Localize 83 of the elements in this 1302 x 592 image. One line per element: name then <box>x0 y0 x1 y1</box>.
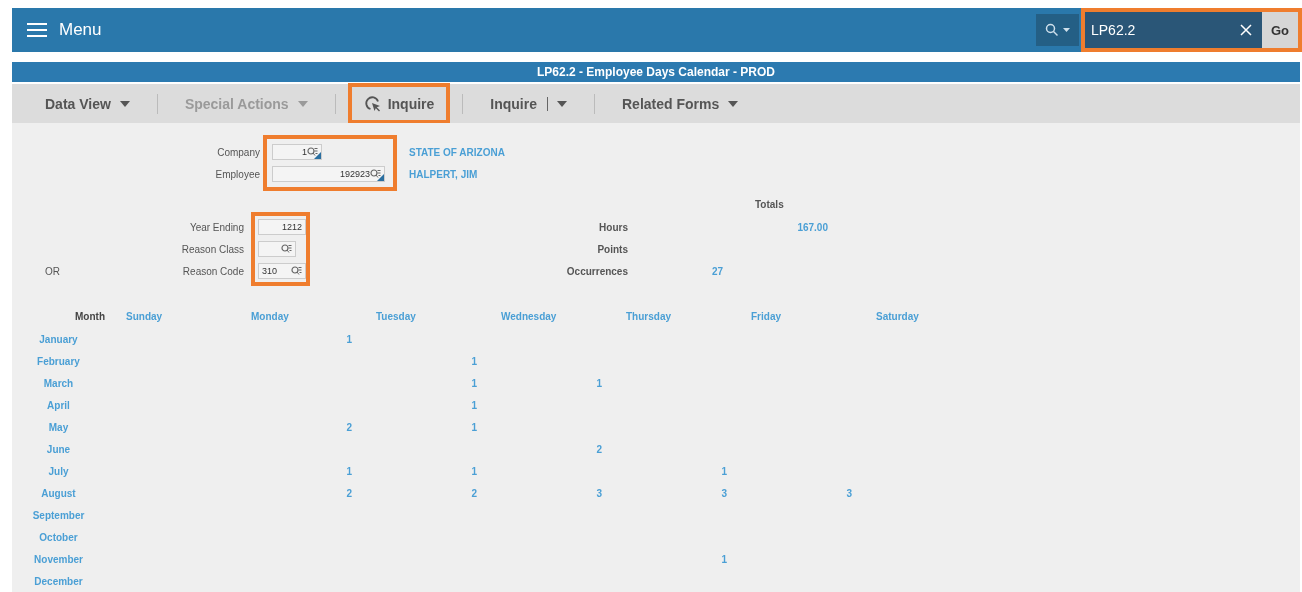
column-header: Friday <box>751 310 781 322</box>
cursor-click-icon <box>363 94 382 113</box>
total-value: 27 <box>711 265 723 277</box>
totals-heading: Totals <box>755 199 784 210</box>
go-button[interactable]: Go <box>1262 12 1298 48</box>
field-label: Company <box>216 146 261 158</box>
column-header: Thursday <box>626 310 671 322</box>
month-label[interactable]: May <box>48 421 69 433</box>
month-label[interactable]: September <box>32 509 85 521</box>
caret-icon <box>728 100 739 107</box>
input-field[interactable]: 192923 <box>272 166 385 182</box>
corner-mark-icon <box>314 152 321 159</box>
day-count[interactable]: 2 <box>346 421 352 433</box>
day-count[interactable]: 3 <box>721 487 727 499</box>
field-value: 1 <box>301 147 307 157</box>
field-description: HALPERT, JIM <box>409 168 478 180</box>
month-label[interactable]: February <box>37 355 80 367</box>
field-value: 192923 <box>338 169 370 179</box>
caret-icon <box>297 100 308 107</box>
lookup-icon[interactable] <box>370 169 381 179</box>
day-count[interactable]: 1 <box>346 333 352 345</box>
search-caret-icon <box>1044 23 1071 37</box>
month-label[interactable]: December <box>34 575 83 587</box>
form-title: LP62.2 - Employee Days Calendar - PROD <box>536 65 776 79</box>
search-type-dropdown[interactable] <box>1036 14 1079 46</box>
day-count[interactable]: 1 <box>346 465 352 477</box>
month-label[interactable]: October <box>39 531 78 543</box>
total-value: 167.00 <box>797 221 828 233</box>
month-label[interactable]: November <box>34 553 83 565</box>
day-count[interactable]: 1 <box>471 399 477 411</box>
field-label: Reason Code <box>181 265 245 277</box>
month-label[interactable]: April <box>47 399 70 411</box>
day-count[interactable]: 1 <box>721 553 727 565</box>
split-menu-button[interactable]: Inquire <box>475 83 582 124</box>
caret-icon <box>119 100 130 107</box>
caret-icon <box>557 100 567 107</box>
total-label: Occurrences <box>565 265 628 277</box>
column-header: Tuesday <box>376 310 416 322</box>
toolbar-menu[interactable]: Data View <box>30 83 145 124</box>
toolbar-menu[interactable]: Related Forms <box>607 83 754 124</box>
day-count[interactable]: 1 <box>471 355 477 367</box>
month-label[interactable]: July <box>48 465 69 477</box>
day-count[interactable]: 1 <box>471 465 477 477</box>
column-header: Wednesday <box>501 310 557 322</box>
day-count[interactable]: 1 <box>471 421 477 433</box>
clear-icon[interactable] <box>1240 24 1252 36</box>
menu-button[interactable]: Menu <box>12 20 102 40</box>
lookup-icon[interactable] <box>281 244 292 254</box>
lookup-icon[interactable] <box>307 147 318 157</box>
total-label: Hours <box>598 221 628 233</box>
total-label: Points <box>596 243 628 255</box>
corner-mark-icon <box>377 174 384 181</box>
column-header: Monday <box>251 310 289 322</box>
menu-icon <box>27 22 47 38</box>
input-field[interactable]: 1 <box>272 144 322 160</box>
or-label: OR <box>45 265 60 277</box>
input-field[interactable] <box>258 241 296 257</box>
day-count[interactable]: 1 <box>471 377 477 389</box>
column-header: Saturday <box>876 310 919 322</box>
day-count[interactable]: 2 <box>596 443 602 455</box>
search-value: LP62.2 <box>1090 22 1137 38</box>
month-label[interactable]: January <box>39 333 78 345</box>
column-header: Sunday <box>126 310 163 322</box>
month-label[interactable]: March <box>43 377 74 389</box>
lookup-icon[interactable] <box>291 266 302 276</box>
day-count[interactable]: 3 <box>846 487 852 499</box>
input-field[interactable]: 310 <box>258 263 306 279</box>
month-label[interactable]: June <box>46 443 71 455</box>
search-field[interactable]: LP62.2 Go <box>1081 8 1302 52</box>
day-count[interactable]: 2 <box>346 487 352 499</box>
month-label[interactable]: August <box>41 487 76 499</box>
field-value: 310 <box>262 266 279 276</box>
field-description: STATE OF ARIZONA <box>409 146 505 158</box>
field-label: Employee <box>214 168 261 180</box>
field-value: 1212 <box>280 222 302 232</box>
input-field[interactable]: 1212 <box>258 219 306 235</box>
day-count[interactable]: 3 <box>596 487 602 499</box>
field-label: Reason Class <box>180 243 245 255</box>
day-count[interactable]: 2 <box>471 487 477 499</box>
column-header: Month <box>74 310 105 322</box>
field-label: Year Ending <box>188 221 245 233</box>
day-count[interactable]: 1 <box>721 465 727 477</box>
day-count[interactable]: 1 <box>596 377 602 389</box>
